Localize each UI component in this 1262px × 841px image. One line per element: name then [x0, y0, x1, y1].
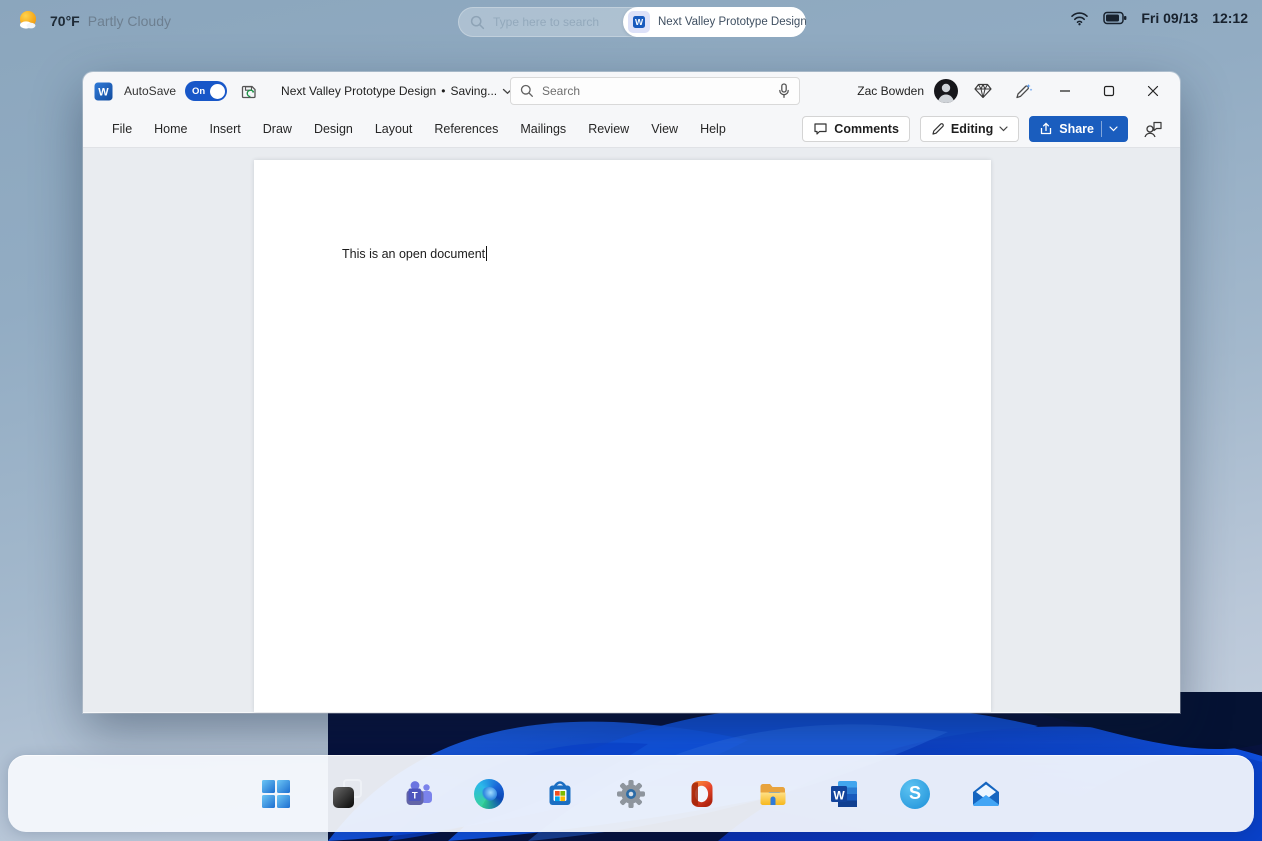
task-view-button[interactable]: [330, 777, 364, 811]
toggle-knob: [209, 83, 225, 99]
edge-icon: [474, 778, 504, 809]
user-avatar[interactable]: [934, 79, 958, 103]
title-separator: •: [441, 84, 446, 98]
share-divider: [1101, 120, 1102, 137]
teams-button[interactable]: T: [401, 777, 435, 811]
ribbon: File Home Insert Draw Design Layout Refe…: [83, 110, 1180, 148]
editor-pen-sparkle-icon[interactable]: [1008, 77, 1038, 105]
document-page[interactable]: This is an open document: [254, 160, 991, 712]
comment-icon: [814, 122, 827, 135]
desktop-search-field[interactable]: [458, 15, 623, 30]
microphone-icon[interactable]: [778, 83, 790, 99]
store-icon: [549, 780, 571, 805]
wifi-icon: [1071, 11, 1089, 25]
save-sync-icon: [241, 85, 256, 98]
premium-gem-icon[interactable]: [968, 77, 998, 105]
office-icon: [691, 780, 713, 807]
word-search-box[interactable]: [510, 77, 800, 105]
tab-layout[interactable]: Layout: [364, 115, 424, 143]
weather-widget[interactable]: 70°F Partly Cloudy: [16, 8, 171, 34]
tab-home[interactable]: Home: [143, 115, 198, 143]
document-workspace: This is an open document: [83, 148, 1180, 712]
user-name: Zac Bowden: [857, 84, 924, 98]
tab-mailings[interactable]: Mailings: [509, 115, 577, 143]
system-tray[interactable]: Fri 09/13 12:12: [1070, 10, 1248, 26]
tab-insert[interactable]: Insert: [199, 115, 252, 143]
titlebar[interactable]: W AutoSave On Next Valley Prototype Desi…: [83, 72, 1180, 110]
desktop-search-input[interactable]: [493, 15, 623, 29]
weather-condition: Partly Cloudy: [87, 13, 171, 29]
autosave-toggle-state: On: [192, 85, 206, 97]
office-button[interactable]: [685, 777, 719, 811]
maximize-button[interactable]: [1092, 77, 1126, 105]
running-app-label: Next Valley Prototype Design: [658, 16, 806, 28]
svg-text:W: W: [833, 788, 845, 802]
tab-design[interactable]: Design: [303, 115, 364, 143]
chevron-down-icon: [999, 125, 1008, 131]
autosave-toggle[interactable]: On: [185, 81, 228, 101]
mail-icon: [973, 781, 999, 806]
task-view-icon: [332, 778, 362, 809]
svg-text:T: T: [412, 790, 418, 801]
ribbon-tabs: File Home Insert Draw Design Layout Refe…: [101, 115, 737, 143]
skype-button[interactable]: S: [898, 777, 932, 811]
word-app-icon: W: [628, 11, 650, 33]
share-label: Share: [1059, 121, 1094, 136]
tab-draw[interactable]: Draw: [252, 115, 303, 143]
comments-button[interactable]: Comments: [802, 115, 910, 142]
desktop-top-bar: 70°F Partly Cloudy W Next Valley Prototy…: [0, 0, 1262, 44]
editing-label: Editing: [950, 121, 994, 136]
share-button[interactable]: Share: [1029, 115, 1128, 142]
search-icon: [470, 15, 485, 29]
close-button[interactable]: [1136, 77, 1170, 105]
settings-gear-icon: [617, 779, 645, 808]
svg-text:W: W: [98, 86, 109, 98]
mail-button[interactable]: [969, 777, 1003, 811]
settings-button[interactable]: [614, 777, 648, 811]
document-title: Next Valley Prototype Design: [281, 84, 437, 98]
word-icon: W: [831, 780, 857, 807]
word-window: W AutoSave On Next Valley Prototype Desi…: [83, 72, 1180, 713]
tab-file[interactable]: File: [101, 115, 143, 143]
tab-help[interactable]: Help: [689, 115, 737, 143]
tab-view[interactable]: View: [640, 115, 689, 143]
battery-icon: [1103, 11, 1127, 25]
skype-icon: S: [900, 778, 930, 809]
running-app-pill[interactable]: W Next Valley Prototype Design: [623, 7, 806, 37]
word-taskbar-button[interactable]: W: [827, 777, 861, 811]
document-text[interactable]: This is an open document: [342, 247, 485, 261]
desktop-search-bar[interactable]: W Next Valley Prototype Design: [458, 7, 806, 37]
share-icon: [1041, 121, 1052, 134]
word-search-input[interactable]: [542, 84, 770, 98]
teams-icon: T: [406, 780, 432, 805]
clock-time: 12:12: [1212, 10, 1248, 26]
file-explorer-icon: [760, 783, 786, 805]
partly-cloudy-icon: [20, 11, 36, 29]
taskbar: T W S: [8, 755, 1254, 832]
editing-mode-button[interactable]: Editing: [919, 115, 1020, 142]
chevron-down-icon: [1109, 125, 1118, 131]
clock-date: Fri 09/13: [1141, 10, 1199, 26]
tab-references[interactable]: References: [423, 115, 509, 143]
windows-logo-icon: [262, 779, 290, 808]
minimize-button[interactable]: [1048, 77, 1082, 105]
start-button[interactable]: [259, 777, 293, 811]
weather-temp: 70°F: [50, 13, 80, 29]
document-title-menu[interactable]: Next Valley Prototype Design • Saving...: [281, 84, 513, 98]
catch-up-comments-icon[interactable]: [1138, 115, 1168, 143]
edge-button[interactable]: [472, 777, 506, 811]
word-logo-icon: W: [94, 82, 113, 100]
microsoft-store-button[interactable]: [543, 777, 577, 811]
comments-label: Comments: [834, 121, 899, 136]
text-cursor: [486, 246, 488, 261]
search-icon: [520, 84, 533, 97]
autosave-label: AutoSave: [124, 84, 177, 98]
tab-review[interactable]: Review: [577, 115, 640, 143]
file-explorer-button[interactable]: [756, 777, 790, 811]
saving-status: Saving...: [450, 84, 498, 98]
save-button[interactable]: [236, 77, 262, 105]
svg-text:W: W: [635, 17, 644, 27]
pencil-icon: [932, 122, 944, 135]
